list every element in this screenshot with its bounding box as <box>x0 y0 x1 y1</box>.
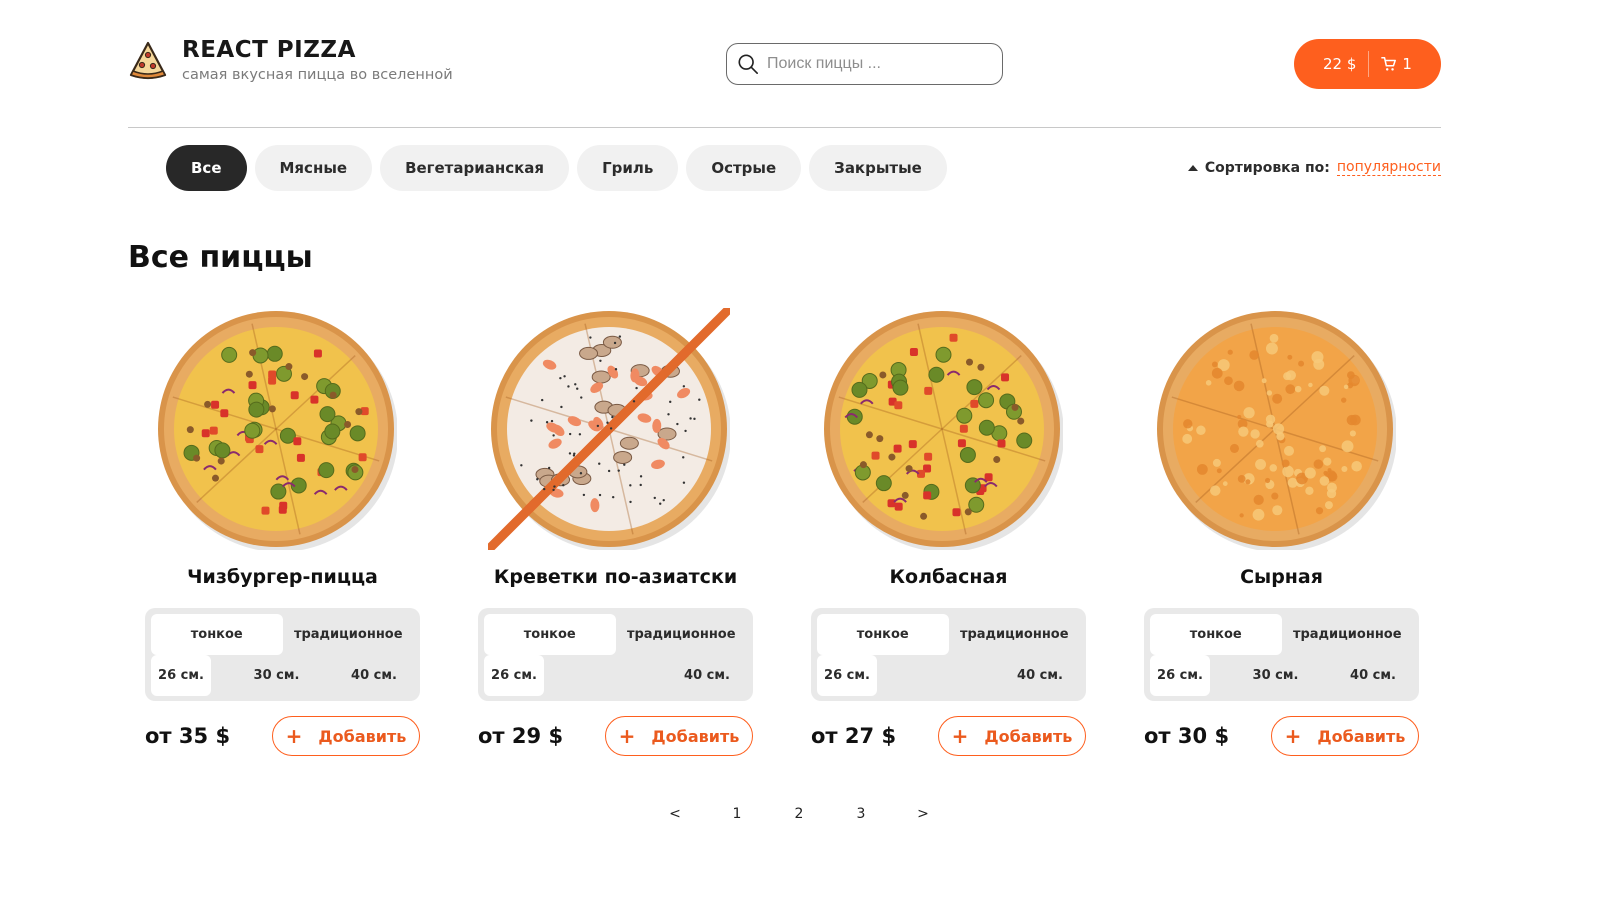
sort-value[interactable]: популярности <box>1336 159 1441 176</box>
size-row: 26 см. 40 см. <box>817 655 1080 696</box>
sort-arrow-icon[interactable] <box>1187 164 1198 171</box>
pagination-prev[interactable]: < <box>644 802 706 826</box>
pizza-price: от 27 $ <box>811 724 897 748</box>
size-option-26[interactable]: 26 см. <box>484 655 544 696</box>
add-button-label: Добавить <box>984 726 1073 746</box>
cart-total: 22 $ <box>1323 55 1357 73</box>
pizza-image[interactable] <box>488 308 730 550</box>
pizza-name: Колбасная <box>889 566 1008 588</box>
card-bottom: от 29 $ + Добавить <box>478 716 753 756</box>
add-to-cart-button[interactable]: + Добавить <box>272 716 420 756</box>
pizza-selector: тонкое традиционное 26 см. 40 см. <box>811 608 1086 701</box>
header-divider <box>128 127 1441 128</box>
add-to-cart-button[interactable]: + Добавить <box>1271 716 1419 756</box>
add-button-label: Добавить <box>1317 726 1406 746</box>
add-to-cart-button[interactable]: + Добавить <box>938 716 1086 756</box>
category-closed[interactable]: Закрытые <box>809 145 947 191</box>
cart-icon <box>1381 57 1397 71</box>
plus-icon: + <box>285 724 303 748</box>
size-option-30[interactable]: 30 см. <box>211 655 342 696</box>
pizza-grid: Чизбургер-пицца тонкое традиционное 26 с… <box>145 308 1425 768</box>
pizza-image[interactable] <box>155 308 397 550</box>
site-title: REACT PIZZA <box>182 37 356 63</box>
page: REACT PIZZA самая вкусная пицца во вселе… <box>0 0 1600 900</box>
pizza-price: от 29 $ <box>478 724 564 748</box>
pizza-name: Чизбургер-пицца <box>187 566 378 588</box>
logo-text: REACT PIZZA самая вкусная пицца во вселе… <box>182 36 453 84</box>
pizza-selector: тонкое традиционное 26 см. 40 см. <box>478 608 753 701</box>
dough-type-row: тонкое традиционное <box>151 614 414 655</box>
sort-label: Сортировка по: <box>1204 159 1330 176</box>
dough-option-traditional[interactable]: традиционное <box>1282 614 1414 655</box>
search-box <box>726 43 1003 85</box>
pizza-name: Сырная <box>1240 566 1323 588</box>
header: REACT PIZZA самая вкусная пицца во вселе… <box>128 36 1441 92</box>
category-vegetarian[interactable]: Вегетарианская <box>380 145 570 191</box>
pizza-slice-icon <box>129 41 167 80</box>
pizza-price: от 30 $ <box>1144 724 1230 748</box>
plus-icon: + <box>1284 724 1302 748</box>
size-option-40[interactable]: 40 см. <box>1341 655 1405 696</box>
pagination-page[interactable]: 2 <box>768 802 830 826</box>
card-bottom: от 27 $ + Добавить <box>811 716 1086 756</box>
pizza-selector: тонкое традиционное 26 см. 30 см. 40 см. <box>145 608 420 701</box>
size-option-26[interactable]: 26 см. <box>817 655 877 696</box>
pizza-name: Креветки по-азиатски <box>493 566 738 588</box>
search-input[interactable] <box>767 55 987 73</box>
size-option-40[interactable]: 40 см. <box>1008 655 1072 696</box>
cart-count: 1 <box>1402 55 1412 73</box>
pagination-page[interactable]: 1 <box>706 802 768 826</box>
size-option-30[interactable]: 30 см. <box>1210 655 1341 696</box>
card-bottom: от 35 $ + Добавить <box>145 716 420 756</box>
category-list: Все Мясные Вегетарианская Гриль Острые З… <box>166 145 947 191</box>
add-to-cart-button[interactable]: + Добавить <box>605 716 753 756</box>
pizza-selector: тонкое традиционное 26 см. 30 см. 40 см. <box>1144 608 1419 701</box>
size-option-40[interactable]: 40 см. <box>675 655 739 696</box>
pagination: < 1 2 3 > <box>644 802 954 826</box>
cart-button[interactable]: 22 $ 1 <box>1294 39 1441 89</box>
size-option-26[interactable]: 26 см. <box>1150 655 1210 696</box>
pizza-image[interactable] <box>821 308 1063 550</box>
page-title: Все пиццы <box>128 240 313 275</box>
dough-option-thin[interactable]: тонкое <box>1150 614 1282 655</box>
category-grill[interactable]: Гриль <box>577 145 679 191</box>
size-row: 26 см. 30 см. 40 см. <box>151 655 414 696</box>
search-icon <box>738 54 758 74</box>
dough-type-row: тонкое традиционное <box>1150 614 1413 655</box>
size-row: 26 см. 30 см. 40 см. <box>1150 655 1413 696</box>
dough-option-thin[interactable]: тонкое <box>817 614 949 655</box>
category-all[interactable]: Все <box>166 145 247 191</box>
dough-option-traditional[interactable]: традиционное <box>283 614 415 655</box>
size-option-26[interactable]: 26 см. <box>151 655 211 696</box>
plus-icon: + <box>951 724 969 748</box>
pizza-image[interactable] <box>1154 308 1396 550</box>
cart-count-group: 1 <box>1369 55 1412 73</box>
site-subtitle: самая вкусная пицца во вселенной <box>182 67 453 83</box>
dough-option-traditional[interactable]: традиционное <box>616 614 748 655</box>
pagination-page[interactable]: 3 <box>830 802 892 826</box>
dough-option-thin[interactable]: тонкое <box>151 614 283 655</box>
add-button-label: Добавить <box>318 726 407 746</box>
logo[interactable]: REACT PIZZA самая вкусная пицца во вселе… <box>128 36 453 84</box>
plus-icon: + <box>618 724 636 748</box>
size-option-40[interactable]: 40 см. <box>342 655 406 696</box>
sort-control: Сортировка по: популярности <box>1187 159 1441 176</box>
category-meat[interactable]: Мясные <box>254 145 373 191</box>
dough-option-thin[interactable]: тонкое <box>484 614 616 655</box>
pagination-next[interactable]: > <box>892 802 954 826</box>
add-button-label: Добавить <box>651 726 740 746</box>
dough-type-row: тонкое традиционное <box>484 614 747 655</box>
dough-option-traditional[interactable]: традиционное <box>949 614 1081 655</box>
pizza-price: от 35 $ <box>145 724 231 748</box>
size-row: 26 см. 40 см. <box>484 655 747 696</box>
category-spicy[interactable]: Острые <box>686 145 802 191</box>
card-bottom: от 30 $ + Добавить <box>1144 716 1419 756</box>
dough-type-row: тонкое традиционное <box>817 614 1080 655</box>
